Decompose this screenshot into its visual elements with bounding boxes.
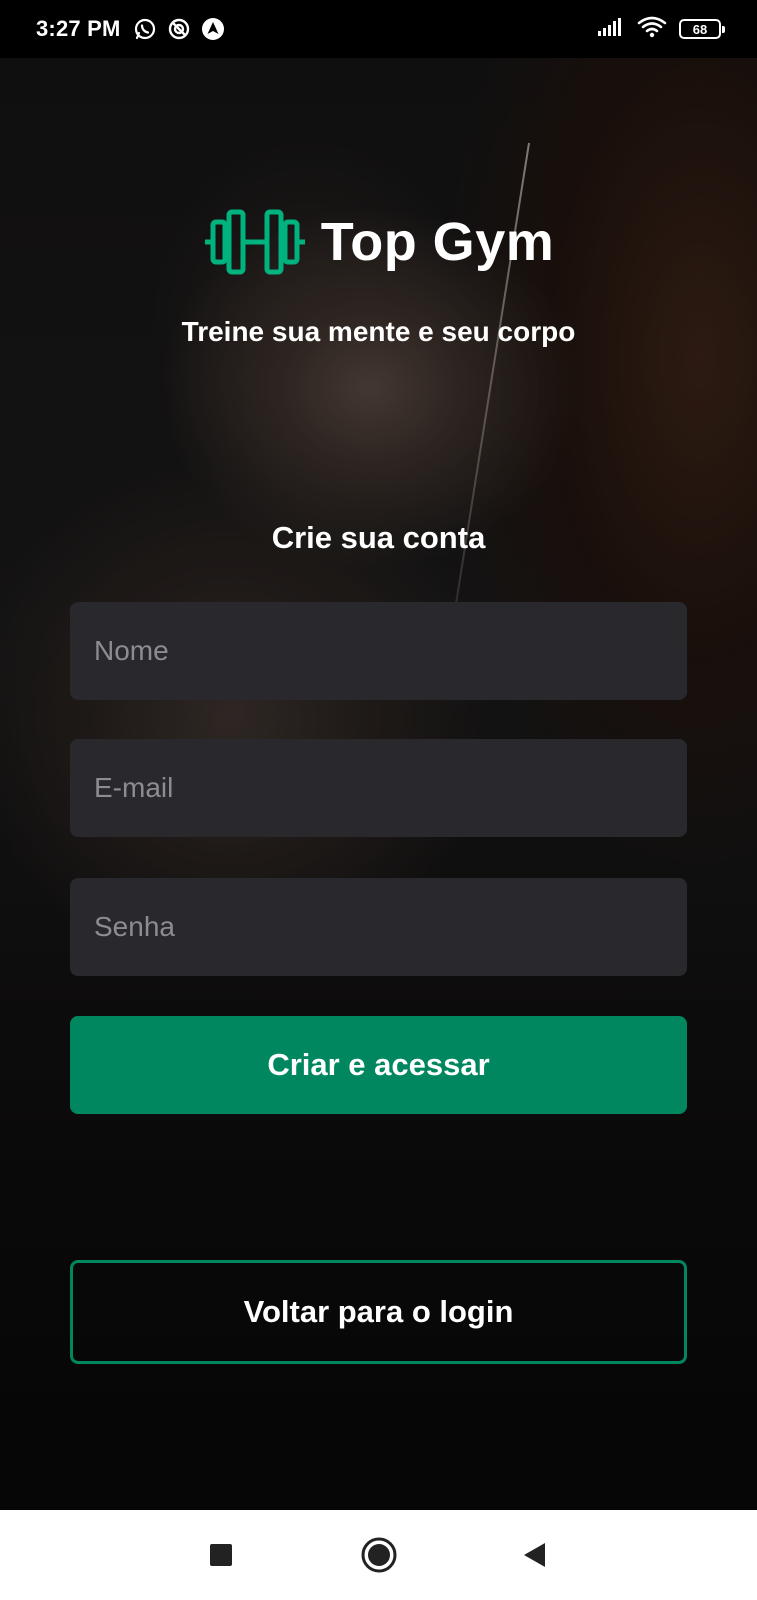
create-account-button[interactable]: Criar e acessar [70,1016,687,1114]
dumbbell-icon [203,206,307,278]
circle-home-icon[interactable] [359,1535,399,1575]
email-input[interactable] [70,739,687,837]
password-input[interactable] [70,878,687,976]
brand-header: Top Gym [0,206,757,278]
create-account-label: Criar e acessar [267,1047,490,1082]
battery-icon: 68 [679,19,725,39]
navigation-bar [0,1510,757,1600]
triangle-back-icon[interactable] [514,1535,554,1575]
battery-level: 68 [692,21,708,37]
signup-content: Top Gym Treine sua mente e seu corpo Cri… [0,58,757,1510]
back-to-login-button[interactable]: Voltar para o login [70,1260,687,1364]
whatsapp-icon [133,17,157,41]
signal-icon [597,17,625,42]
status-time: 3:27 PM [36,16,121,41]
wifi-icon [637,15,667,44]
tagline: Treine sua mente e seu corpo [181,316,576,347]
name-input[interactable] [70,602,687,700]
square-recents-icon[interactable] [201,1535,241,1575]
back-to-login-label: Voltar para o login [243,1294,514,1329]
form-title: Crie sua conta [271,520,486,555]
status-right-group: 68 [597,15,725,44]
app-title: Top Gym [320,212,555,272]
app-screen: 3:27 PM 68 Top Gym Treine sua mente e se… [0,0,757,1600]
sync-icon [167,17,191,41]
status-bar: 3:27 PM 68 [0,0,757,58]
nav-arrow-icon [201,17,225,41]
